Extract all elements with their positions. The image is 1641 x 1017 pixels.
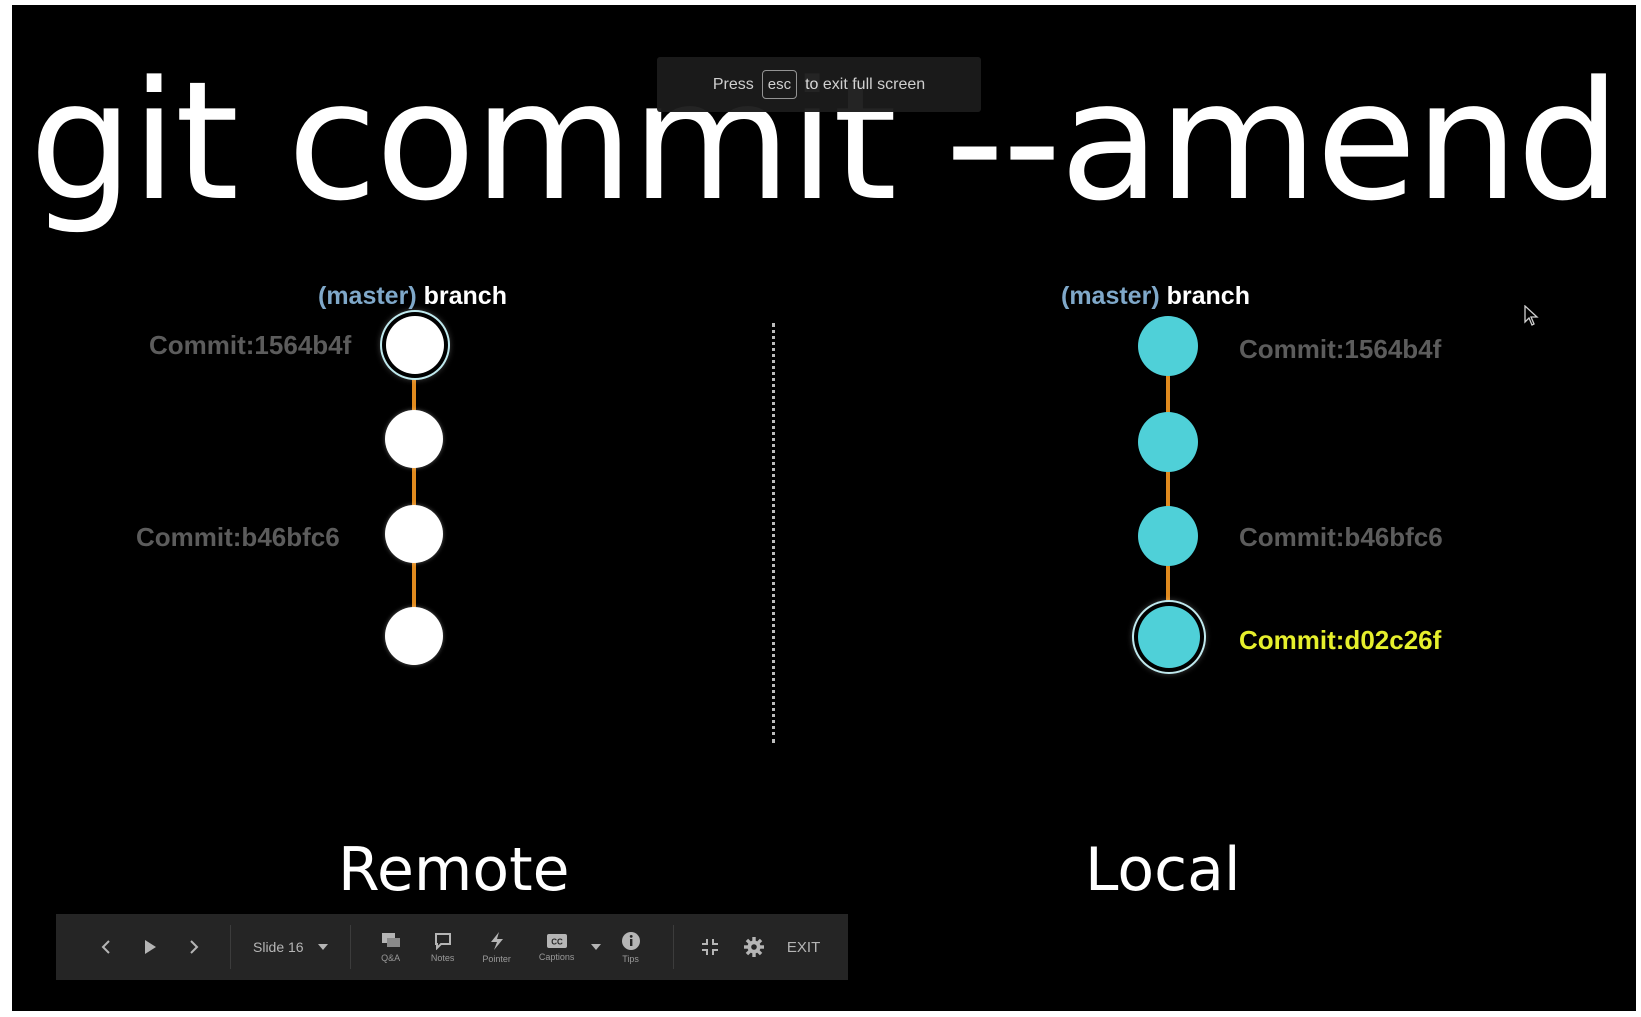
local-commit-label-2: Commit:b46bfc6: [1239, 522, 1443, 552]
next-slide-button[interactable]: [172, 939, 216, 955]
prev-slide-button[interactable]: [84, 939, 128, 955]
slide-stage: Press esc to exit full screen git commit…: [12, 5, 1636, 1011]
qa-label: Q&A: [381, 952, 401, 963]
pointer-icon: [490, 931, 503, 950]
captions-button[interactable]: CC Captions: [525, 933, 589, 962]
remote-branch-word: branch: [423, 282, 507, 310]
local-commit-node-3: [1138, 506, 1198, 566]
chat-icon: [381, 932, 400, 947]
tips-label: Tips: [622, 953, 639, 964]
remote-branch-label: (master) branch: [318, 282, 507, 311]
remote-commit-node-2: [385, 410, 443, 468]
local-commit-node-4: [1138, 606, 1200, 668]
toolbar-separator: [349, 925, 351, 969]
fullscreen-notice-press: Press: [712, 75, 754, 93]
qa-button[interactable]: Q&A: [365, 932, 417, 963]
prev-icon: [101, 940, 110, 954]
play-button[interactable]: [128, 939, 172, 955]
fullscreen-notice-text: to exit full screen: [805, 75, 926, 93]
remote-commit-node-4: [385, 607, 443, 665]
pointer-button[interactable]: Pointer: [469, 931, 525, 964]
local-commit-label-1: Commit:1564b4f: [1239, 334, 1442, 364]
info-icon: [621, 931, 640, 950]
esc-key: esc: [761, 70, 798, 99]
chevron-down-icon: [590, 944, 601, 950]
remote-branch-paren: (master): [318, 282, 417, 310]
slide-select-label: Slide 16: [253, 939, 304, 955]
gear-icon: [743, 937, 764, 957]
remote-commit-node-1: [386, 316, 444, 374]
local-branch-word: branch: [1166, 282, 1250, 310]
local-label: Local: [1085, 835, 1241, 905]
play-icon: [145, 940, 156, 954]
toolbar-separator: [672, 925, 674, 969]
remote-label: Remote: [338, 835, 570, 905]
captions-icon: CC: [546, 933, 567, 948]
next-icon: [190, 940, 199, 954]
exit-button-label: EXIT: [786, 938, 821, 956]
remote-commit-label-1: Commit:1564b4f: [149, 330, 352, 360]
captions-menu-button[interactable]: [589, 944, 603, 950]
local-branch-paren: (master): [1061, 282, 1160, 310]
toolbar-separator: [230, 925, 231, 969]
exit-button[interactable]: EXIT: [776, 939, 832, 956]
settings-button[interactable]: [732, 936, 776, 958]
slide-select[interactable]: Slide 16: [245, 939, 336, 955]
local-commit-node-1: [1138, 316, 1198, 376]
exit-fullscreen-button[interactable]: [688, 938, 732, 956]
tips-button[interactable]: Tips: [603, 931, 659, 964]
remote-commit-label-2: Commit:b46bfc6: [136, 522, 340, 552]
divider: [772, 323, 775, 743]
chevron-down-icon: [317, 944, 328, 950]
notes-label: Notes: [430, 952, 455, 963]
local-commit-node-2: [1138, 412, 1198, 472]
mouse-cursor-icon: [1524, 305, 1539, 326]
svg-text:CC: CC: [551, 937, 563, 946]
local-branch-label: (master) branch: [1061, 282, 1250, 311]
remote-commit-node-3: [385, 505, 443, 563]
fullscreen-exit-icon: [701, 939, 718, 955]
captions-label: Captions: [538, 951, 575, 962]
notes-icon: [434, 932, 451, 950]
notes-button[interactable]: Notes: [417, 932, 469, 963]
presenter-toolbar: Slide 16 Q&A Notes Pointer CC Captions T…: [56, 914, 848, 980]
pointer-label: Pointer: [482, 953, 511, 964]
fullscreen-notice: Press esc to exit full screen: [657, 57, 981, 112]
local-commit-label-3: Commit:d02c26f: [1239, 625, 1442, 655]
